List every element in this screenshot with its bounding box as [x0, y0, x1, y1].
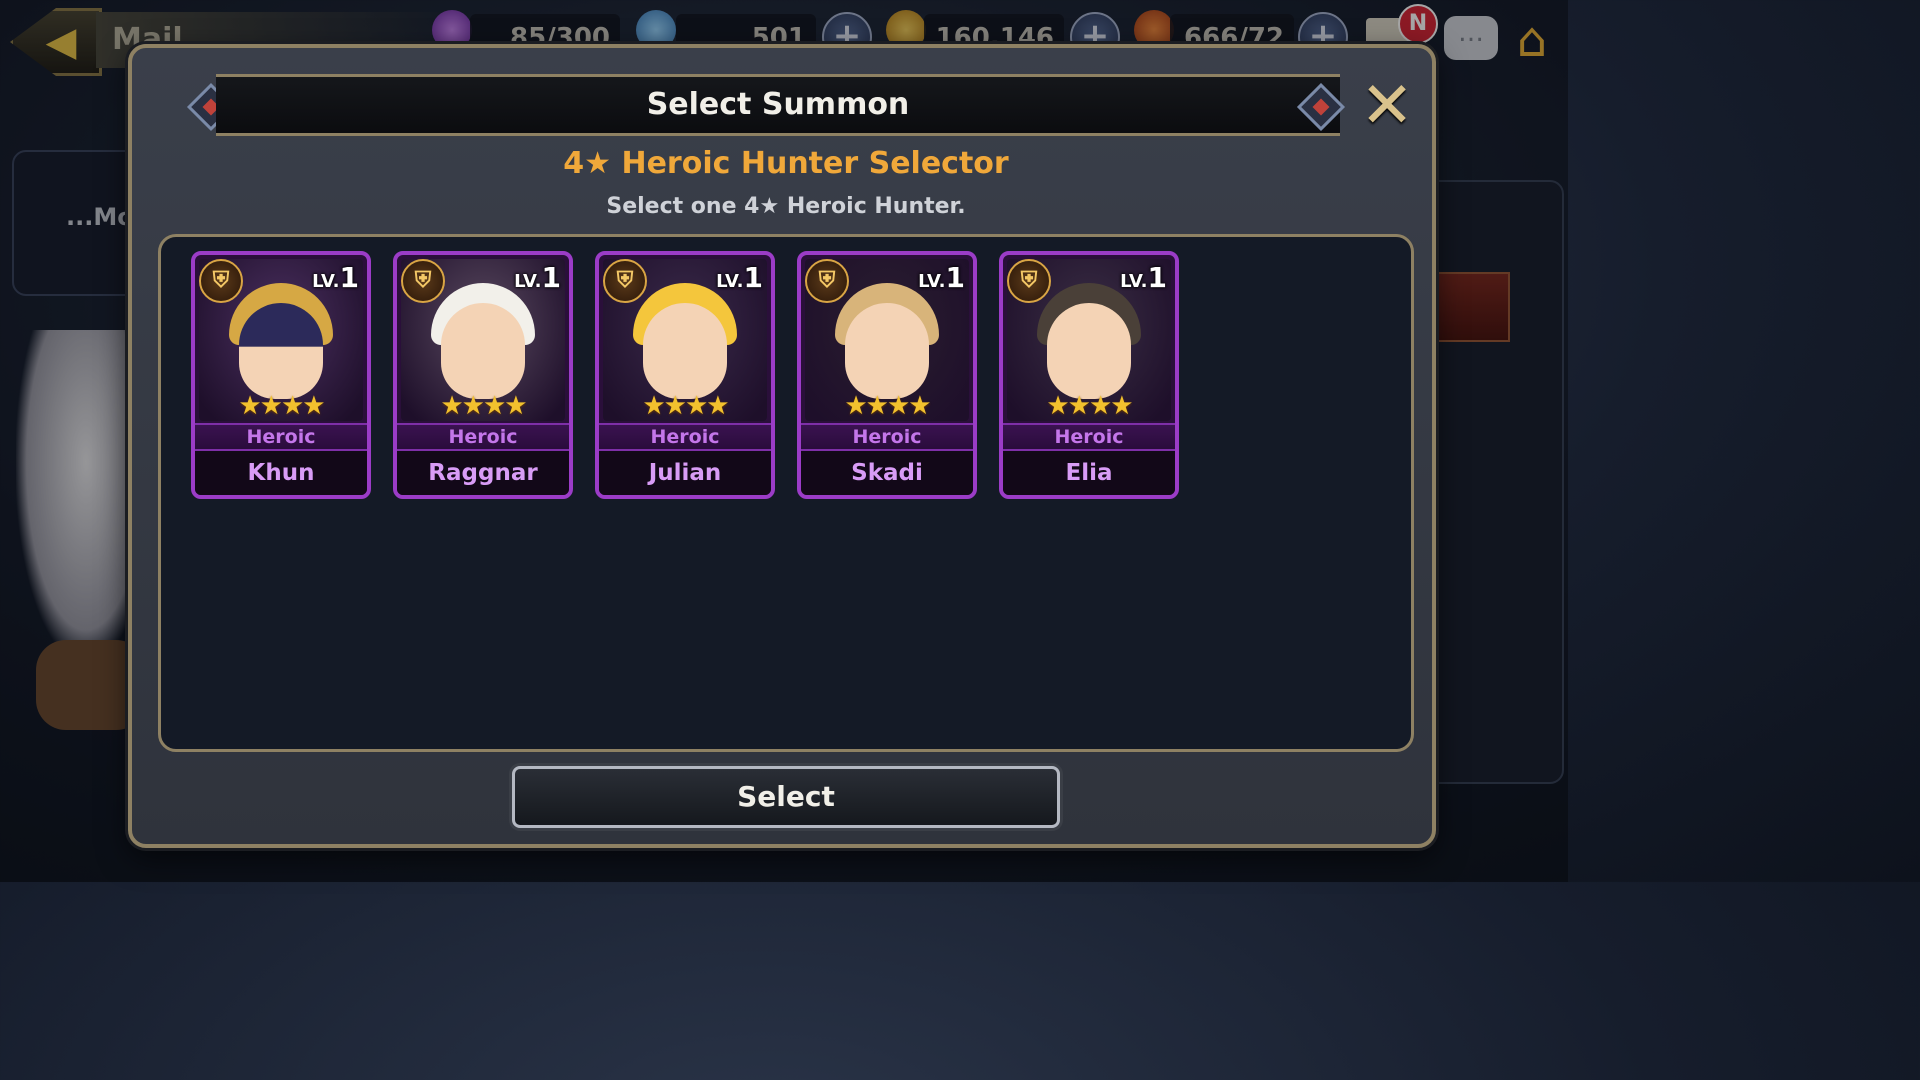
shield-icon: ⛨ — [1007, 259, 1051, 303]
hunter-card[interactable]: ⛨ LV.1 ★★★★ Heroic Skadi — [797, 251, 977, 499]
rarity-strip: Heroic — [599, 423, 771, 451]
shield-icon: ⛨ — [199, 259, 243, 303]
rarity-strip: Heroic — [1003, 423, 1175, 451]
name-plate: Elia — [1003, 451, 1175, 495]
rarity-strip: Heroic — [195, 423, 367, 451]
close-icon[interactable]: ✕ — [1356, 74, 1418, 138]
star-rating: ★★★★ — [440, 391, 527, 421]
name-plate: Skadi — [801, 451, 973, 495]
hunter-card[interactable]: ⛨ LV.1 ★★★★ Heroic Julian — [595, 251, 775, 499]
level-label: LV.1 — [1120, 261, 1167, 294]
hunter-name: Skadi — [851, 460, 923, 486]
level-label: LV.1 — [716, 261, 763, 294]
star-rating: ★★★★ — [844, 391, 931, 421]
rarity-strip: Heroic — [801, 423, 973, 451]
level-label: LV.1 — [918, 261, 965, 294]
name-plate: Raggnar — [397, 451, 569, 495]
hunter-name: Khun — [247, 460, 315, 486]
hunter-card-list: ⛨ LV.1 ★★★★ Heroic Khun ⛨ LV.1 ★★★★ Hero… — [191, 251, 1179, 499]
select-summon-dialog: Select Summon ✕ 4★ Heroic Hunter Selecto… — [128, 44, 1436, 848]
dialog-header: Select Summon — [216, 74, 1340, 136]
hunter-face — [441, 303, 525, 399]
star-rating: ★★★★ — [1046, 391, 1133, 421]
hunter-face — [1047, 303, 1131, 399]
hunter-face — [239, 303, 323, 399]
rarity-label: Heroic — [448, 426, 518, 448]
hunter-face — [643, 303, 727, 399]
selector-subtitle: Select one 4★ Heroic Hunter. — [606, 194, 966, 219]
level-label: LV.1 — [312, 261, 359, 294]
hunter-grid: ⛨ LV.1 ★★★★ Heroic Khun ⛨ LV.1 ★★★★ Hero… — [158, 234, 1414, 752]
rarity-label: Heroic — [852, 426, 922, 448]
rarity-label: Heroic — [246, 426, 316, 448]
star-rating: ★★★★ — [642, 391, 729, 421]
shield-icon: ⛨ — [603, 259, 647, 303]
rarity-label: Heroic — [1054, 426, 1124, 448]
select-button[interactable]: Select — [512, 766, 1060, 828]
hunter-name: Raggnar — [428, 460, 538, 486]
shield-icon: ⛨ — [805, 259, 849, 303]
hunter-face — [845, 303, 929, 399]
hunter-name: Elia — [1065, 460, 1113, 486]
selector-title: 4★ Heroic Hunter Selector — [563, 146, 1009, 181]
hunter-card[interactable]: ⛨ LV.1 ★★★★ Heroic Khun — [191, 251, 371, 499]
level-label: LV.1 — [514, 261, 561, 294]
name-plate: Khun — [195, 451, 367, 495]
hunter-card[interactable]: ⛨ LV.1 ★★★★ Heroic Raggnar — [393, 251, 573, 499]
select-button-label: Select — [737, 780, 835, 813]
hunter-card[interactable]: ⛨ LV.1 ★★★★ Heroic Elia — [999, 251, 1179, 499]
star-rating: ★★★★ — [238, 391, 325, 421]
rarity-label: Heroic — [650, 426, 720, 448]
rarity-strip: Heroic — [397, 423, 569, 451]
name-plate: Julian — [599, 451, 771, 495]
hunter-name: Julian — [648, 460, 722, 486]
dialog-title: Select Summon — [646, 87, 910, 122]
shield-icon: ⛨ — [401, 259, 445, 303]
